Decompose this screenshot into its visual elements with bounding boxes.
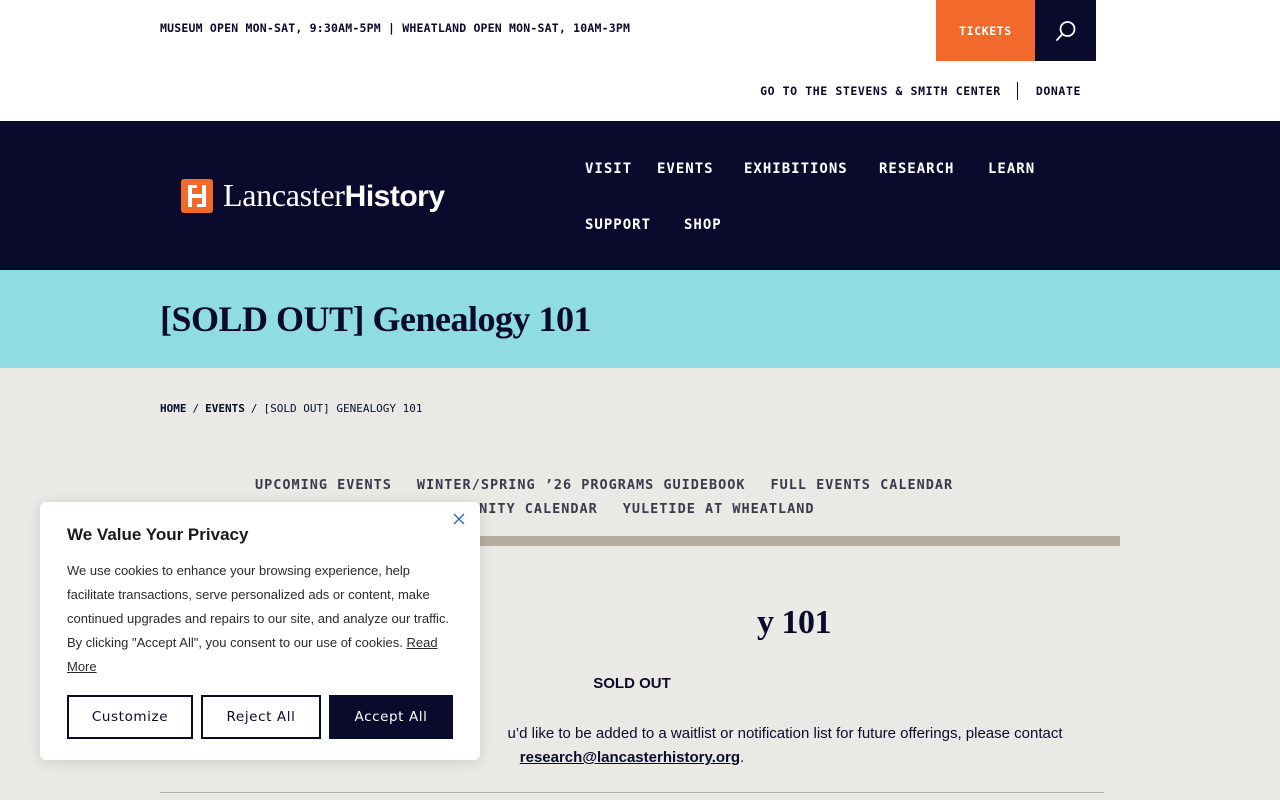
- breadcrumb-events[interactable]: EVENTS: [205, 402, 245, 415]
- subnav-row-1: UPCOMING EVENTS WINTER/SPRING ’26 PROGRAM…: [255, 477, 953, 493]
- utility-bar: MUSEUM OPEN MON-SAT, 9:30AM-5PM | WHEATL…: [0, 0, 1280, 121]
- content-divider: [160, 792, 1104, 793]
- research-email-link[interactable]: research@lancasterhistory.org: [520, 749, 740, 766]
- subnav-row-2: UNITY CALENDAR YULETIDE AT WHEATLAND: [470, 501, 814, 517]
- page-title: [SOLD OUT] Genealogy 101: [160, 299, 592, 339]
- cookie-body: We use cookies to enhance your browsing …: [67, 559, 457, 679]
- subnav-full-events-calendar[interactable]: FULL EVENTS CALENDAR: [771, 477, 954, 493]
- breadcrumb-home[interactable]: HOME: [160, 402, 187, 415]
- close-icon[interactable]: [452, 512, 466, 526]
- stevens-smith-center-link[interactable]: GO TO THE STEVENS & SMITH CENTER: [760, 84, 1001, 98]
- subnav-upcoming-events[interactable]: UPCOMING EVENTS: [255, 477, 392, 493]
- subnav-yuletide-at-wheatland[interactable]: YULETIDE AT WHEATLAND: [623, 501, 815, 517]
- breadcrumb: HOME / EVENTS / [SOLD OUT] GENEALOGY 101: [160, 402, 422, 415]
- nav-item-learn[interactable]: LEARN: [988, 161, 1035, 177]
- cookie-consent-banner: We Value Your Privacy We use cookies to …: [40, 502, 480, 760]
- logo-wordmark: LancasterHistory: [223, 177, 445, 214]
- search-button[interactable]: [1035, 0, 1096, 61]
- subnav-community-calendar[interactable]: UNITY CALENDAR: [470, 501, 598, 517]
- nav-item-research[interactable]: RESEARCH: [879, 161, 954, 177]
- site-logo[interactable]: LancasterHistory: [181, 177, 445, 214]
- breadcrumb-current: [SOLD OUT] GENEALOGY 101: [263, 402, 423, 415]
- breadcrumb-separator: /: [192, 402, 200, 415]
- donate-link[interactable]: DONATE: [1036, 84, 1081, 98]
- utility-links: GO TO THE STEVENS & SMITH CENTER DONATE: [760, 82, 1081, 100]
- title-band: [SOLD OUT] Genealogy 101: [0, 270, 1280, 368]
- accept-all-button[interactable]: Accept All: [329, 695, 453, 739]
- cookie-body-text: We use cookies to enhance your browsing …: [67, 563, 450, 650]
- search-icon: [1055, 20, 1075, 41]
- nav-item-events[interactable]: EVENTS: [657, 161, 714, 177]
- logo-mark-icon: [181, 178, 213, 213]
- nav-item-support[interactable]: SUPPORT: [585, 217, 651, 233]
- cookie-buttons: Customize Reject All Accept All: [67, 695, 453, 739]
- breadcrumb-separator: /: [250, 402, 258, 415]
- subnav-programs-guidebook[interactable]: WINTER/SPRING ’26 PROGRAMS GUIDEBOOK: [417, 477, 746, 493]
- customize-button[interactable]: Customize: [67, 695, 193, 739]
- divider: [1016, 82, 1018, 100]
- email-suffix: .: [740, 749, 745, 766]
- tickets-button[interactable]: TICKETS: [936, 0, 1035, 61]
- reject-all-button[interactable]: Reject All: [201, 695, 321, 739]
- cookie-title: We Value Your Privacy: [67, 525, 249, 544]
- main-navigation: LancasterHistory VISIT EVENTS EXHIBITION…: [0, 121, 1280, 270]
- logo-text-light: Lancaster: [223, 177, 345, 213]
- event-heading-text: y 101: [757, 604, 832, 641]
- nav-item-shop[interactable]: SHOP: [684, 217, 722, 233]
- nav-item-exhibitions[interactable]: EXHIBITIONS: [744, 161, 848, 177]
- logo-text-bold: History: [344, 180, 445, 213]
- nav-item-visit[interactable]: VISIT: [585, 161, 632, 177]
- hours-notice: MUSEUM OPEN MON-SAT, 9:30AM-5PM | WHEATL…: [160, 21, 631, 35]
